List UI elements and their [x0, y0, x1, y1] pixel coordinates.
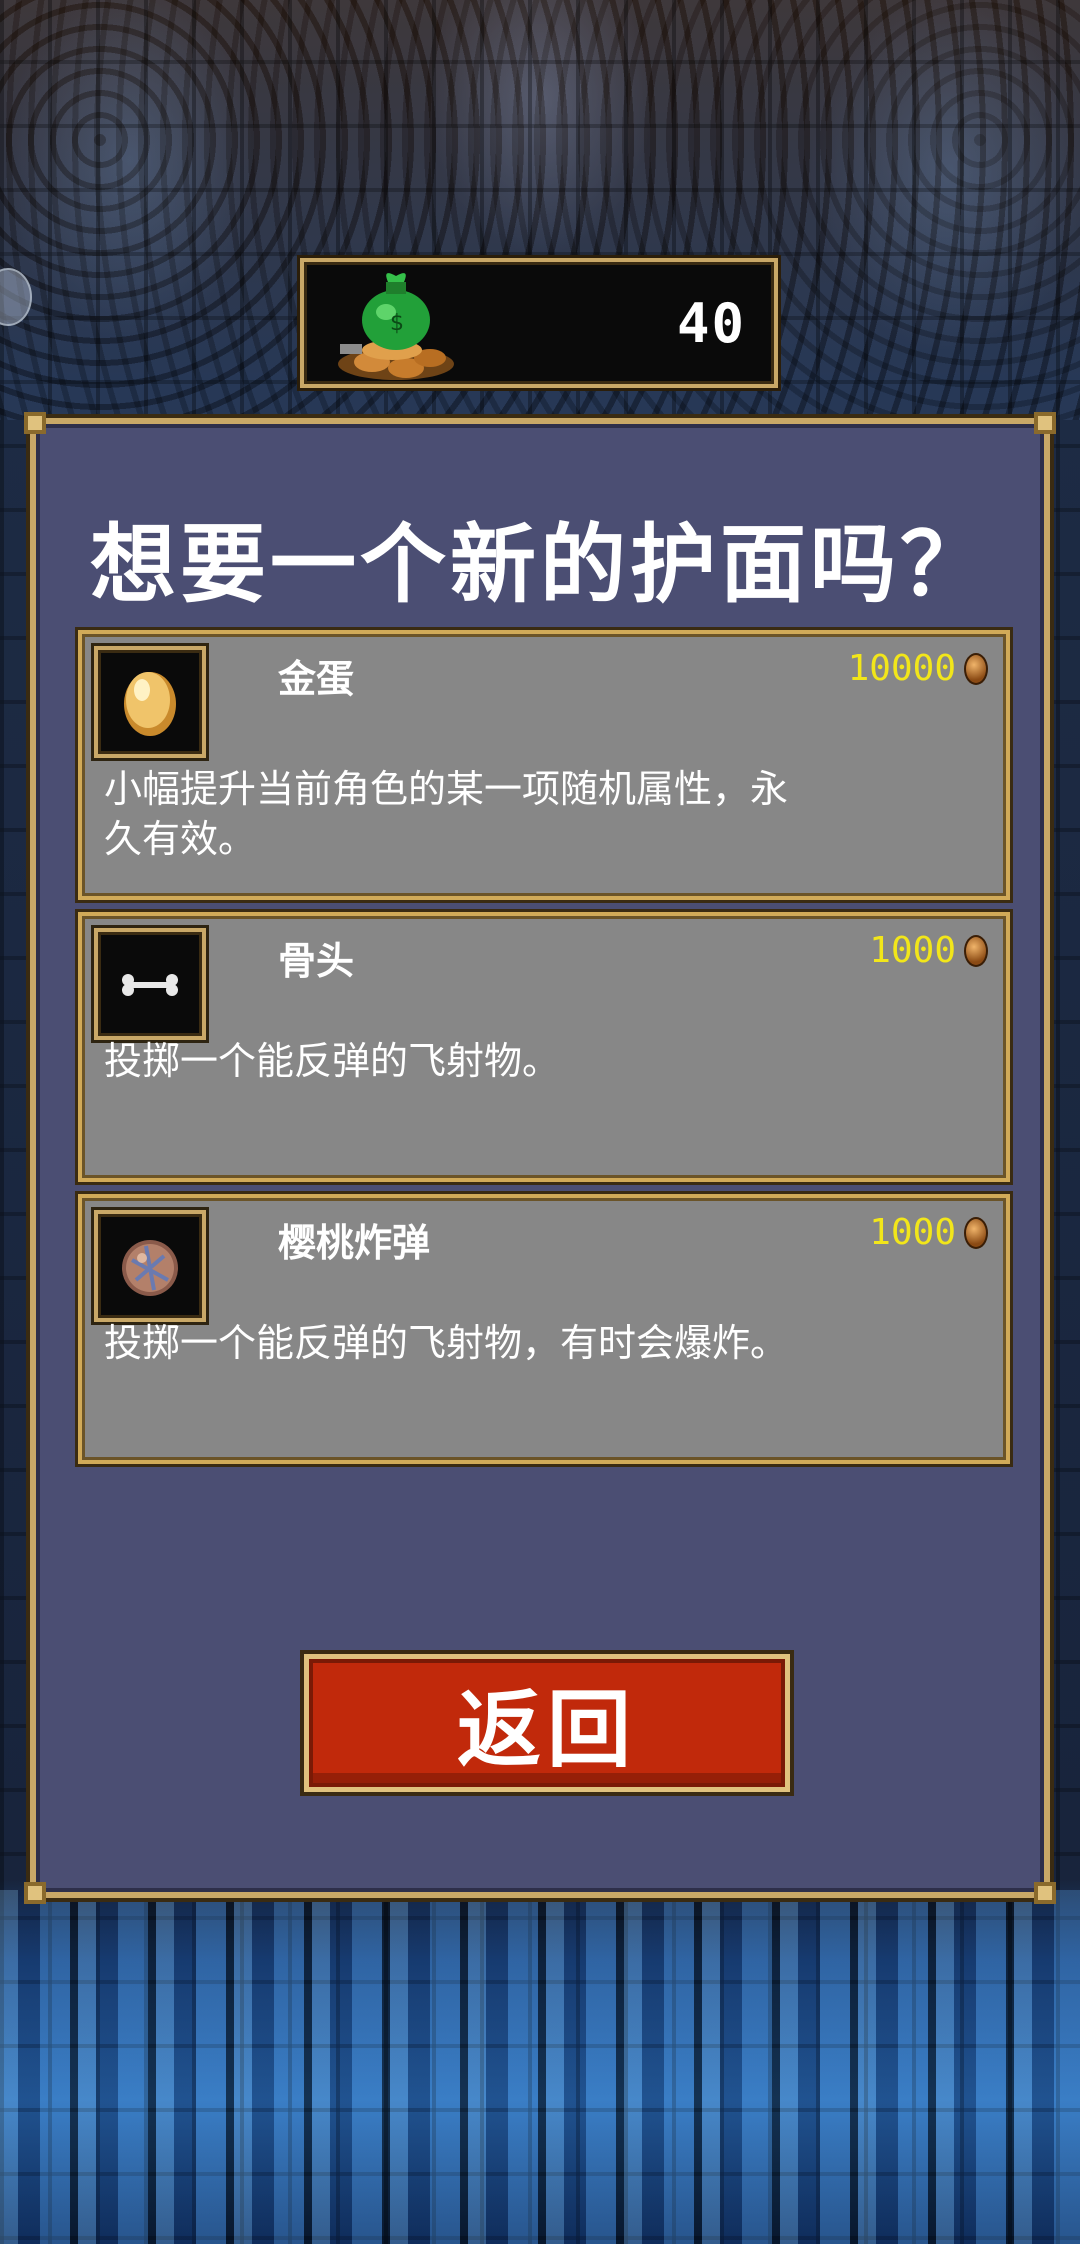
- item-price-value: 1000: [869, 930, 956, 971]
- shop-panel: 想要一个新的护面吗？ 金蛋 10000 小幅提升当前角色的某一项随机属性，永 久…: [24, 412, 1056, 1904]
- item-price-value: 1000: [869, 1212, 956, 1253]
- back-button[interactable]: 返回: [304, 1654, 790, 1792]
- golden-egg-icon: [94, 646, 206, 758]
- panel-corner-ornament: [1034, 1882, 1056, 1904]
- coin-icon: [964, 652, 988, 685]
- svg-text:$: $: [390, 311, 404, 336]
- coin-icon: [964, 1216, 988, 1249]
- back-button-label: 返回: [456, 1680, 637, 1779]
- item-name: 骨头: [278, 939, 355, 983]
- coin-counter: $ 40: [300, 258, 778, 388]
- item-price-value: 10000: [847, 648, 956, 689]
- item-price: 1000: [869, 930, 988, 971]
- item-price: 1000: [869, 1212, 988, 1253]
- item-description: 投掷一个能反弹的飞射物。: [104, 1039, 561, 1083]
- money-bag-icon: $: [322, 268, 462, 386]
- shop-item-golden-egg[interactable]: 金蛋 10000 小幅提升当前角色的某一项随机属性，永 久有效。: [78, 630, 1010, 900]
- item-description: 小幅提升当前角色的某一项随机属性，永 久有效。: [104, 767, 789, 861]
- panel-corner-ornament: [24, 412, 46, 434]
- panel-title: 想要一个新的护面吗？: [90, 515, 990, 615]
- coin-count: 40: [676, 292, 746, 355]
- bone-icon: [94, 928, 206, 1040]
- shop-item-cherry-bomb[interactable]: 樱桃炸弹 1000 投掷一个能反弹的飞射物，有时会爆炸。: [78, 1194, 1010, 1464]
- item-name: 金蛋: [278, 657, 355, 701]
- item-description: 投掷一个能反弹的飞射物，有时会爆炸。: [104, 1321, 789, 1365]
- panel-corner-ornament: [24, 1882, 46, 1904]
- panel-corner-ornament: [1034, 412, 1056, 434]
- shop-item-bone[interactable]: 骨头 1000 投掷一个能反弹的飞射物。: [78, 912, 1010, 1182]
- coin-icon: [964, 934, 988, 967]
- item-name: 樱桃炸弹: [278, 1221, 431, 1265]
- cherry-bomb-icon: [94, 1210, 206, 1322]
- item-price: 10000: [848, 648, 988, 689]
- background-bottom-glass: [0, 1890, 1080, 2244]
